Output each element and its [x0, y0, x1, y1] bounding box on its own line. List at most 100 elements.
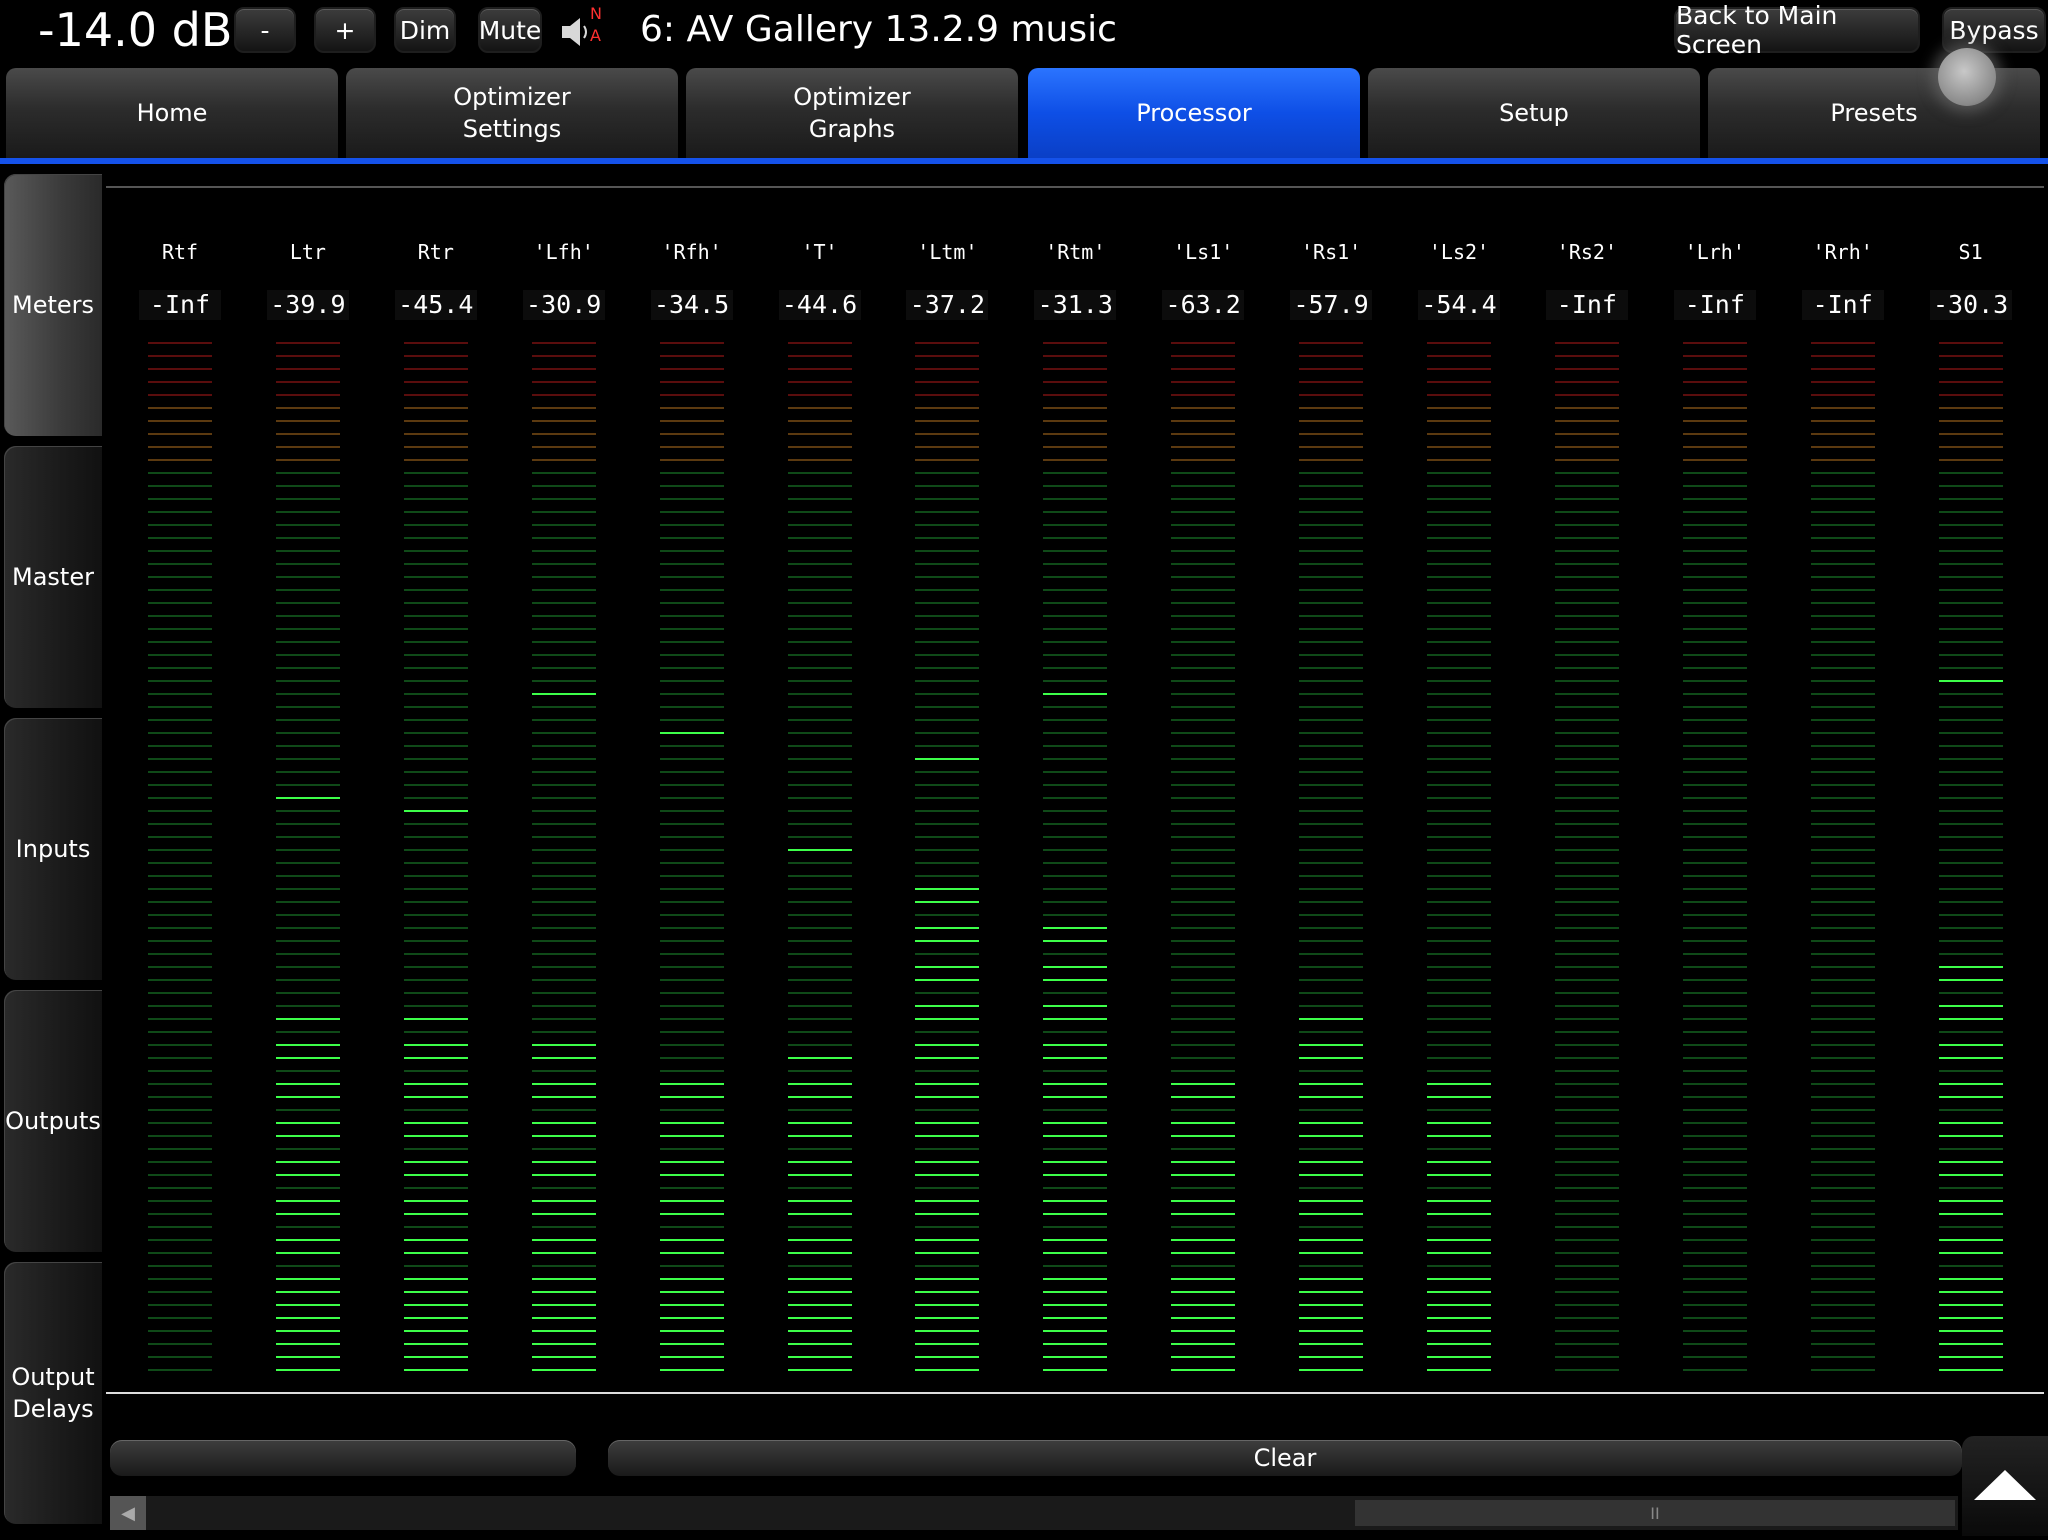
meter-segment — [1043, 784, 1108, 786]
meter-segment — [1938, 433, 2003, 435]
meter-segment — [1554, 1057, 1619, 1059]
meter-segment — [1299, 433, 1364, 435]
meter-segment — [787, 745, 852, 747]
blank-bottom-button[interactable] — [110, 1440, 576, 1476]
meter-segment — [1171, 992, 1236, 994]
meter-segment — [1554, 1200, 1619, 1202]
scroll-thumb[interactable]: II — [1355, 1500, 1955, 1526]
mute-button[interactable]: Mute — [478, 7, 542, 53]
meter-segment — [531, 667, 596, 669]
sidebar-item-output-delays[interactable]: Output Delays — [4, 1262, 102, 1524]
scroll-left-arrow-icon[interactable]: ◀ — [110, 1496, 146, 1530]
meter-segment — [1938, 1265, 2003, 1267]
meter-segment — [1043, 1317, 1108, 1319]
meter-segment — [1682, 1057, 1747, 1059]
meter-segment — [787, 602, 852, 604]
assistive-touch-knob[interactable] — [1938, 48, 1996, 106]
sidebar-item-outputs[interactable]: Outputs — [4, 990, 102, 1252]
bypass-button[interactable]: Bypass — [1942, 7, 2046, 53]
meter-segment — [148, 992, 212, 994]
sidebar-item-master[interactable]: Master — [4, 446, 102, 708]
meter-segment — [1043, 693, 1108, 695]
meter-segment — [275, 1005, 340, 1007]
meter-segment — [531, 1200, 596, 1202]
tab-home[interactable]: Home — [6, 68, 338, 158]
level-meter — [531, 342, 596, 1371]
meter-segment — [531, 1044, 596, 1046]
meter-segment — [1043, 1252, 1108, 1254]
meter-segment — [531, 1252, 596, 1254]
meter-segment — [1682, 615, 1747, 617]
meter-segment — [1938, 771, 2003, 773]
meter-segment — [1299, 979, 1364, 981]
meter-segment — [403, 953, 468, 955]
volume-down-button[interactable]: - — [234, 7, 296, 53]
tab-optimizer-graphs[interactable]: Optimizer Graphs — [686, 68, 1018, 158]
speaker-icon[interactable]: N A — [560, 4, 608, 50]
meter-segment — [403, 732, 468, 734]
meter-segment — [1554, 1174, 1619, 1176]
meter-segment — [1554, 1369, 1619, 1371]
meter-segment — [1427, 433, 1491, 435]
channel-name: 'Lfh' — [533, 240, 594, 264]
meter-segment — [787, 1161, 852, 1163]
panel-top-rule — [106, 186, 2044, 188]
meter-segment — [148, 836, 212, 838]
meter-segment — [659, 1200, 724, 1202]
meter-segment — [1043, 628, 1108, 630]
meter-segment — [1682, 680, 1747, 682]
meter-segment — [148, 472, 212, 474]
meter-segment — [1427, 745, 1491, 747]
meter-segment — [275, 1252, 340, 1254]
meter-segment — [1299, 1317, 1364, 1319]
meter-segment — [1299, 784, 1364, 786]
meter-segment — [275, 758, 340, 760]
meter-segment — [1810, 1226, 1875, 1228]
meter-segment — [787, 784, 852, 786]
meter-segment — [659, 407, 724, 409]
meter-segment — [1427, 823, 1491, 825]
meter-segment — [1299, 368, 1364, 370]
meter-segment — [1810, 914, 1875, 916]
sidebar-item-inputs[interactable]: Inputs — [4, 718, 102, 980]
volume-up-button[interactable]: + — [314, 7, 376, 53]
meter-segment — [531, 771, 596, 773]
meter-segment — [787, 1239, 852, 1241]
meter-segment — [1043, 953, 1108, 955]
meter-segment — [915, 498, 980, 500]
meter-segment — [915, 1070, 980, 1072]
clear-button[interactable]: Clear — [608, 1440, 1962, 1476]
meter-segment — [275, 446, 340, 448]
meter-segment — [1810, 940, 1875, 942]
meter-segment — [1171, 732, 1236, 734]
meter-segment — [275, 693, 340, 695]
dim-button[interactable]: Dim — [394, 7, 456, 53]
meter-segment — [915, 511, 980, 513]
meter-segment — [915, 1122, 980, 1124]
meter-segment — [1043, 1226, 1108, 1228]
meter-segment — [1554, 537, 1619, 539]
meter-segment — [915, 550, 980, 552]
meter-segment — [531, 1213, 596, 1215]
meter-segment — [1171, 823, 1236, 825]
meter-segment — [1810, 1213, 1875, 1215]
tab-setup[interactable]: Setup — [1368, 68, 1700, 158]
meter-segment — [659, 745, 724, 747]
meter-segment — [1043, 1330, 1108, 1332]
meter-segment — [148, 1265, 212, 1267]
meter-segment — [659, 992, 724, 994]
meter-segment — [1554, 745, 1619, 747]
horizontal-scrollbar[interactable]: ◀ II — [110, 1496, 1958, 1530]
tab-optimizer-settings[interactable]: Optimizer Settings — [346, 68, 678, 158]
sidebar-item-meters[interactable]: Meters — [4, 174, 102, 436]
scroll-up-button[interactable] — [1962, 1436, 2048, 1536]
meter-segment — [787, 1070, 852, 1072]
back-to-main-screen-button[interactable]: Back to Main Screen — [1674, 1, 1920, 59]
meter-segment — [1427, 758, 1491, 760]
tab-processor[interactable]: Processor — [1028, 68, 1360, 158]
meter-segment — [403, 706, 468, 708]
meter-segment — [275, 680, 340, 682]
meter-segment — [403, 758, 468, 760]
meter-segment — [787, 420, 852, 422]
meter-segment — [1938, 1356, 2003, 1358]
